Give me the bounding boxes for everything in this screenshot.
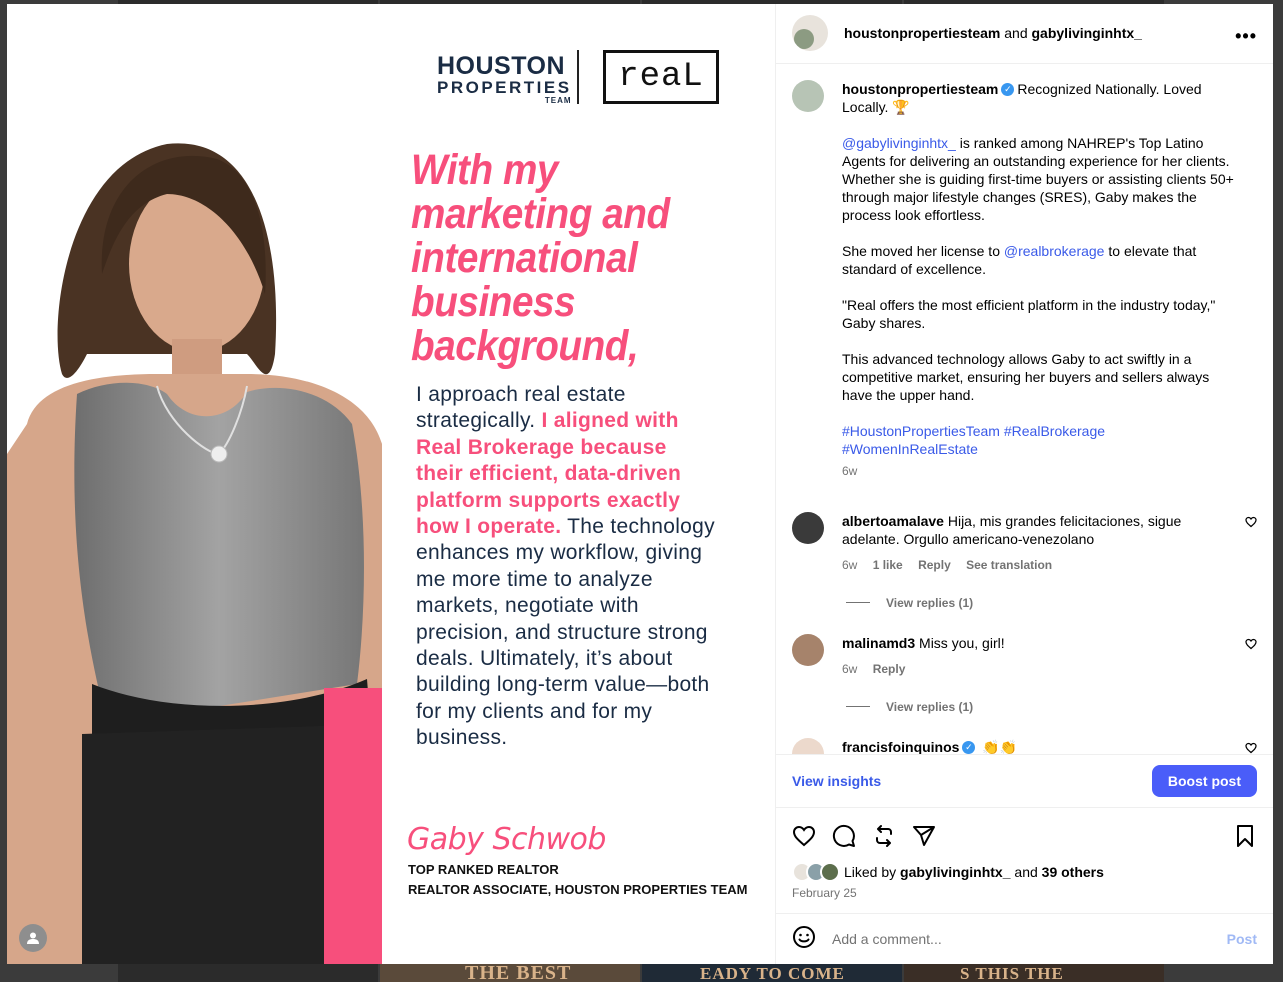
comment-input[interactable]: Add a comment... (832, 931, 1227, 947)
headline-line: business (411, 278, 576, 326)
comment-likes[interactable]: 1 like (873, 558, 903, 572)
more-options-icon[interactable]: ••• (1235, 26, 1257, 47)
signature-role: TOP RANKED REALTOR REALTOR ASSOCIATE, HO… (408, 860, 747, 900)
like-comment-icon[interactable] (1245, 742, 1257, 754)
caption-username[interactable]: houstonpropertiesteam (842, 81, 998, 97)
comment-timestamp[interactable]: 6w (842, 558, 857, 572)
avatar (820, 862, 840, 883)
quote-part: The technology enhances my workflow, giv… (416, 515, 715, 750)
avatar[interactable] (792, 79, 824, 112)
comment-text: Miss you, girl! (919, 634, 1005, 651)
headline-line: marketing and (411, 190, 670, 238)
post-authors: houstonpropertiesteam and gabylivinginht… (844, 25, 1142, 41)
houston-properties-logo: HOUSTON PROPERTIES TEAM (437, 54, 572, 105)
post-comment-button[interactable]: Post (1227, 931, 1257, 947)
tagged-users-button[interactable] (19, 924, 47, 952)
avatar[interactable] (792, 511, 824, 544)
avatar[interactable] (792, 15, 828, 52)
like-icon[interactable] (792, 824, 816, 848)
add-comment-bar: Add a comment... Post (776, 913, 1273, 964)
reply-button[interactable]: Reply (918, 558, 951, 572)
post-actions: Liked by gabylivinginhtx_ and 39 others … (776, 807, 1273, 913)
view-replies-label: View replies (1) (886, 699, 974, 714)
mention-link[interactable]: @realbrokerage (1004, 243, 1105, 259)
role-line: REALTOR ASSOCIATE, HOUSTON PROPERTIES TE… (408, 882, 748, 897)
reply-button[interactable]: Reply (873, 662, 906, 676)
view-replies-label: View replies (1) (886, 595, 974, 610)
post-header: houstonpropertiesteam and gabylivinginht… (776, 4, 1273, 64)
author-username[interactable]: gabylivinginhtx_ (1032, 25, 1142, 41)
comment: francisfoinquinos ✓ 👏👏 (792, 737, 1257, 755)
headline-line: background, (411, 322, 639, 370)
caption-paragraph: This advanced technology allows Gaby to … (842, 350, 1210, 403)
comment-text: 👏👏 (982, 738, 1018, 755)
emoji-icon[interactable] (792, 925, 816, 954)
author-separator: and (1004, 25, 1028, 42)
logo-divider (577, 50, 579, 104)
comment-timestamp[interactable]: 6w (842, 662, 857, 676)
replies-line (846, 602, 870, 604)
role-line: TOP RANKED REALTOR (408, 862, 559, 877)
liked-by-label: Liked by (844, 864, 897, 881)
caption-timestamp[interactable]: 6w (842, 462, 1242, 480)
liked-by-separator: and (1014, 864, 1038, 881)
caption: houstonpropertiesteam ✓ Recognized Nationa… (792, 79, 1257, 480)
post-date[interactable]: February 25 (792, 886, 1257, 900)
comment: malinamd3 Miss you, girl! 6w Reply (792, 633, 1257, 678)
avatar[interactable] (792, 737, 824, 755)
quote-text: I approach real estate strategically. I … (416, 382, 716, 752)
boost-post-button[interactable]: Boost post (1151, 765, 1257, 798)
background-tile-text: EADY TO COME (700, 964, 845, 982)
verified-badge-icon: ✓ (962, 741, 976, 755)
see-translation-button[interactable]: See translation (966, 558, 1052, 572)
comment-username[interactable]: albertoamalave (842, 513, 944, 529)
comment-username[interactable]: malinamd3 (842, 635, 915, 651)
view-replies-button[interactable]: View replies (1) (846, 700, 1257, 714)
headline-line: international (411, 234, 638, 282)
mention-link[interactable]: @gabylivinginhtx_ (842, 135, 956, 151)
comment-body: malinamd3 Miss you, girl! 6w Reply (842, 634, 1202, 678)
verified-badge-icon: ✓ (1001, 83, 1015, 97)
post-image[interactable]: HOUSTON PROPERTIES TEAM reaL With my mar… (7, 4, 775, 964)
share-icon[interactable] (912, 824, 936, 848)
background-tile-text: THE BEST (465, 962, 572, 982)
comment-username[interactable]: francisfoinquinos (842, 739, 959, 755)
author-username[interactable]: houstonpropertiesteam (844, 25, 1000, 41)
caption-body: houstonpropertiesteam ✓ Recognized Nationa… (842, 80, 1242, 480)
view-insights-link[interactable]: View insights (792, 773, 881, 789)
background-tile-text: S THIS THE (960, 964, 1064, 982)
post-details-panel: houstonpropertiesteam and gabylivinginht… (775, 4, 1273, 964)
logo-line: HOUSTON (437, 52, 566, 80)
logo-line: TEAM (544, 96, 572, 105)
hashtags-link[interactable]: #HoustonPropertiesTeam #RealBrokerage #W… (842, 422, 1242, 458)
headline: With my marketing and international busi… (411, 148, 717, 368)
insights-bar: View insights Boost post (776, 754, 1273, 807)
user-icon (27, 932, 39, 944)
likes-summary: Liked by gabylivinginhtx_ and 39 others (792, 862, 1257, 883)
real-logo: reaL (603, 50, 719, 104)
caption-paragraph: "Real offers the most efficient platform… (842, 296, 1216, 331)
background-post-tile (118, 964, 378, 982)
comment-icon[interactable] (832, 824, 856, 848)
repost-icon[interactable] (872, 824, 896, 848)
comment: albertoamalave Hija, mis grandes felicit… (792, 511, 1257, 574)
like-comment-icon[interactable] (1245, 638, 1257, 650)
view-replies-button[interactable]: View replies (1) (846, 596, 1257, 610)
caption-paragraph: She moved her license to (842, 242, 1004, 259)
avatar[interactable] (792, 633, 824, 666)
comment-body: francisfoinquinos ✓ 👏👏 (842, 738, 1202, 755)
like-comment-icon[interactable] (1245, 516, 1257, 528)
avatar-secondary (794, 29, 814, 50)
comment-body: albertoamalave Hija, mis grandes felicit… (842, 512, 1202, 574)
liked-by-others[interactable]: 39 others (1042, 864, 1104, 880)
comments-section[interactable]: houstonpropertiesteam ✓ Recognized Nationa… (776, 64, 1273, 755)
accent-bar (324, 688, 382, 964)
liked-by-username[interactable]: gabylivinginhtx_ (900, 864, 1010, 880)
headline-line: With my (411, 146, 559, 194)
bookmark-icon[interactable] (1233, 824, 1257, 848)
replies-line (846, 706, 870, 708)
logo-line: PROPERTIES (437, 78, 572, 97)
signature-name: Gaby Schwob (407, 822, 606, 857)
post-modal: HOUSTON PROPERTIES TEAM reaL With my mar… (7, 4, 1273, 964)
